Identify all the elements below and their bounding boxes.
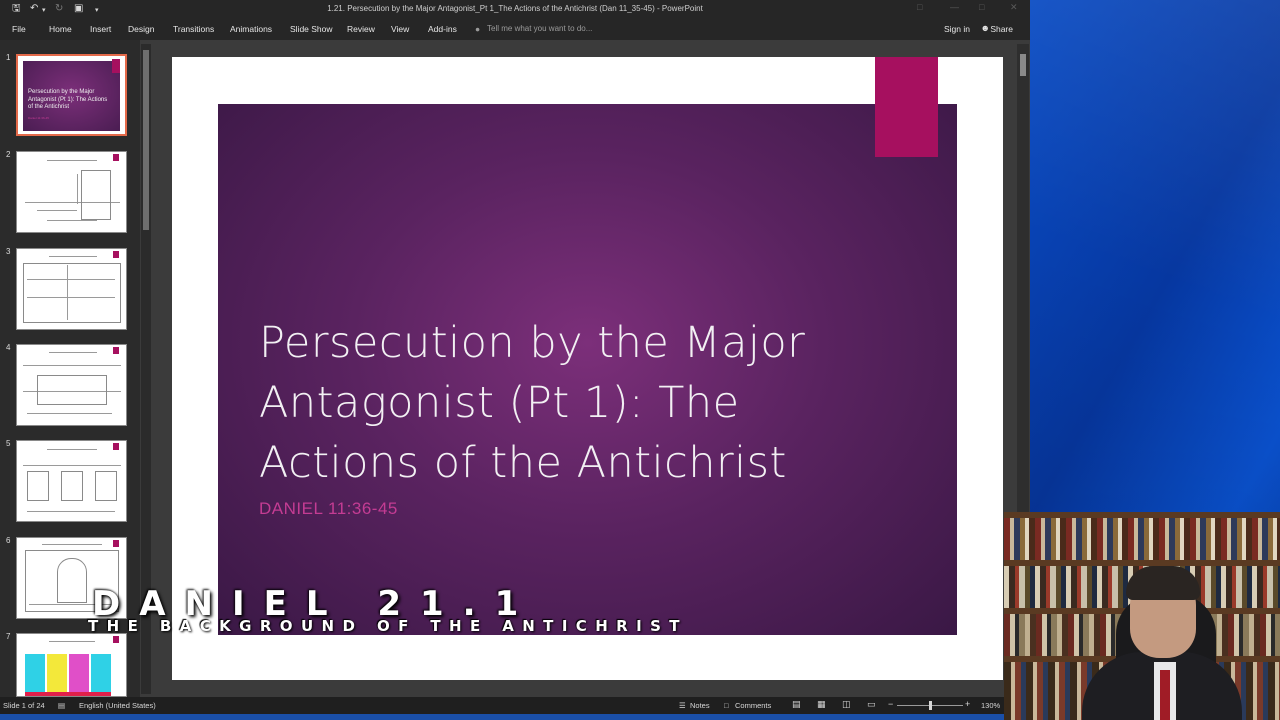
slide-title-line-3: Actions of the Antichrist: [259, 438, 787, 488]
tab-add-ins[interactable]: Add-ins: [428, 24, 457, 34]
thumbnail-number: 4: [6, 343, 11, 352]
slide-sorter-icon[interactable]: ▦: [817, 699, 826, 710]
thumbnail-number: 6: [6, 536, 11, 545]
thumb-accent: [113, 636, 119, 643]
bookshelf-row-1: [1004, 518, 1280, 560]
tab-transitions[interactable]: Transitions: [173, 24, 214, 34]
tell-me-search[interactable]: Tell me what you want to do...: [487, 24, 592, 33]
thumbnail-number: 2: [6, 150, 11, 159]
slide-subtitle[interactable]: DANIEL 11:36-45: [259, 499, 398, 519]
document-title: 1.21. Persecution by the Major Antagonis…: [327, 4, 703, 13]
slide-scroll-handle[interactable]: [1020, 54, 1026, 76]
close-icon[interactable]: ✕: [1010, 2, 1018, 13]
status-bar: Slide 1 of 24 ▤ English (United States) …: [0, 697, 1030, 714]
slide-thumbnail-3[interactable]: [16, 248, 127, 330]
thumb-subtitle: Daniel 11:36-45: [28, 116, 49, 120]
zoom-in-icon[interactable]: +: [965, 699, 970, 709]
thumbnail-number: 1: [6, 53, 11, 62]
slide-background[interactable]: Persecution by the Major Antagonist (Pt …: [218, 104, 957, 635]
language-indicator[interactable]: English (United States): [79, 701, 156, 710]
tab-animations[interactable]: Animations: [230, 24, 272, 34]
slide-thumbnail-7[interactable]: [16, 633, 127, 697]
thumb-accent: [112, 59, 120, 73]
reading-view-icon[interactable]: ◫: [842, 699, 851, 710]
thumbnail-number: 7: [6, 632, 11, 641]
zoom-out-icon[interactable]: −: [888, 699, 893, 709]
maximize-icon[interactable]: □: [979, 2, 984, 12]
notes-icon: ☰: [679, 701, 686, 710]
thumb-accent: [113, 443, 119, 450]
ribbon-tabs: File Home Insert Design Transitions Anim…: [0, 18, 1030, 40]
lightbulb-icon: ●: [475, 24, 481, 34]
thumbnail-number: 3: [6, 247, 11, 256]
spelling-check-icon[interactable]: ▤: [58, 701, 65, 710]
zoom-level[interactable]: 130%: [981, 701, 1000, 710]
sign-in-link[interactable]: Sign in: [944, 24, 970, 34]
tab-insert[interactable]: Insert: [90, 24, 111, 34]
thumb-title: Persecution by the Major Antagonist (Pt …: [28, 89, 108, 110]
slide-title-line-1: Persecution by the Major: [259, 318, 806, 368]
thumb-accent: [113, 251, 119, 258]
slide-counter: Slide 1 of 24: [3, 701, 45, 710]
share-button[interactable]: Share: [990, 24, 1013, 34]
video-caption-subtitle: THE BACKGROUND OF THE ANTICHRIST: [88, 617, 688, 635]
thumbnail-number: 5: [6, 439, 11, 448]
tab-view[interactable]: View: [391, 24, 409, 34]
ribbon-display-options-icon[interactable]: □: [917, 2, 922, 12]
slide-thumbnail-5[interactable]: [16, 440, 127, 522]
title-bar: 🖫 ↶ ▾ ↻ ▣ ▾ 1.21. Persecution by the Maj…: [0, 0, 1030, 18]
zoom-slider-handle[interactable]: [929, 701, 932, 710]
slide-thumbnail-2[interactable]: [16, 151, 127, 233]
slide-title[interactable]: Persecution by the Major Antagonist (Pt …: [259, 313, 919, 493]
minimize-icon[interactable]: —: [950, 2, 959, 12]
thumb-accent: [113, 540, 119, 547]
slide-show-icon[interactable]: ▭: [867, 699, 876, 710]
webcam-feed: [1004, 512, 1280, 720]
presenter-tie: [1160, 670, 1170, 720]
tab-home[interactable]: Home: [49, 24, 72, 34]
tab-slide-show[interactable]: Slide Show: [290, 24, 333, 34]
slide-thumbnail-4[interactable]: [16, 344, 127, 426]
presenter-hair: [1126, 566, 1200, 600]
comments-button[interactable]: Comments: [735, 701, 771, 710]
thumbnail-scroll-handle[interactable]: [143, 50, 149, 230]
slide-thumbnail-1[interactable]: Persecution by the Major Antagonist (Pt …: [16, 54, 127, 136]
comments-icon: □: [724, 701, 729, 710]
notes-button[interactable]: Notes: [690, 701, 710, 710]
thumb-slide-bg: Persecution by the Major Antagonist (Pt …: [23, 59, 120, 131]
thumb-accent: [113, 347, 119, 354]
normal-view-icon[interactable]: ▤: [792, 699, 801, 710]
tab-review[interactable]: Review: [347, 24, 375, 34]
slide-title-line-2: Antagonist (Pt 1): The: [259, 378, 740, 428]
share-person-icon: ☻: [980, 23, 990, 33]
tab-file[interactable]: File: [12, 24, 26, 34]
slide-accent-bar[interactable]: [875, 57, 938, 157]
tab-design[interactable]: Design: [128, 24, 154, 34]
thumb-accent: [113, 154, 119, 161]
